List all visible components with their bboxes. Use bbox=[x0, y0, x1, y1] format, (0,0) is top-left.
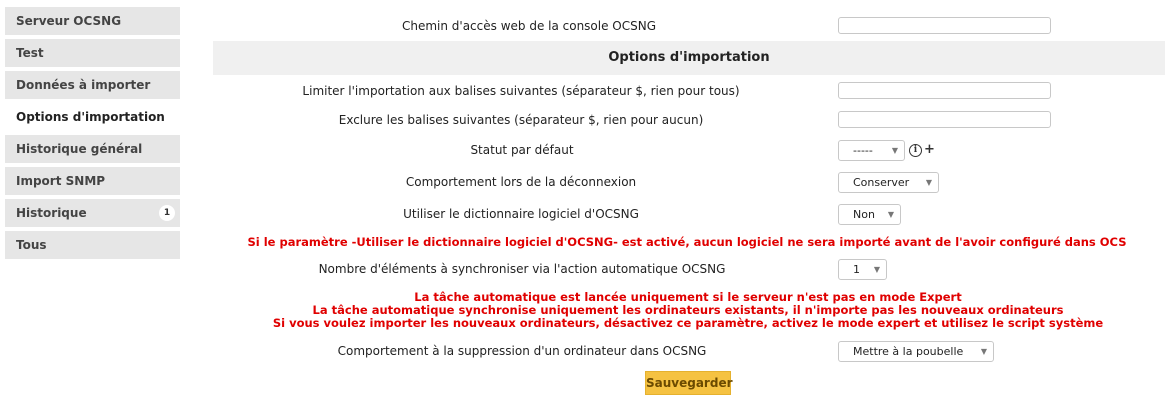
limit-tags-label: Limiter l'importation aux balises suivan… bbox=[302, 84, 740, 98]
tab-serveur-ocsng[interactable]: Serveur OCSNG bbox=[5, 7, 180, 35]
web-path-input[interactable] bbox=[838, 17, 1051, 34]
select-value: Mettre à la poubelle bbox=[853, 345, 964, 358]
dictionary-select[interactable]: Non ▼ bbox=[838, 204, 901, 225]
tab-import-snmp[interactable]: Import SNMP bbox=[5, 167, 180, 195]
chevron-down-icon: ▼ bbox=[925, 178, 932, 187]
exclude-tags-label: Exclure les balises suivantes (séparateu… bbox=[338, 113, 704, 127]
chevron-down-icon: ▼ bbox=[873, 265, 880, 274]
sidebar-tabs: Serveur OCSNG Test Données à importer Op… bbox=[5, 7, 180, 263]
auto-task-warning: Si vous voulez importer les nouveaux ord… bbox=[272, 316, 1104, 330]
info-icon: i bbox=[909, 144, 922, 157]
sync-count-select[interactable]: 1 ▼ bbox=[838, 259, 887, 280]
tab-options-importation[interactable]: Options d'importation bbox=[5, 103, 180, 131]
tab-label: Tous bbox=[16, 238, 47, 252]
tab-label: Options d'importation bbox=[16, 110, 165, 124]
disconnect-behavior-select[interactable]: Conserver ▼ bbox=[838, 172, 939, 193]
tab-label: Données à importer bbox=[16, 78, 151, 92]
default-status-label: Statut par défaut bbox=[470, 143, 574, 157]
limit-tags-input[interactable] bbox=[838, 82, 1051, 99]
select-value: Conserver bbox=[853, 176, 910, 189]
chevron-down-icon: ▼ bbox=[887, 210, 894, 219]
dictionary-warning: Si le paramètre -Utiliser le dictionnair… bbox=[247, 235, 1127, 249]
tab-historique-general[interactable]: Historique général bbox=[5, 135, 180, 163]
tab-tous[interactable]: Tous bbox=[5, 231, 180, 259]
tab-label: Import SNMP bbox=[16, 174, 106, 188]
tab-label: Historique général bbox=[16, 142, 143, 156]
save-button[interactable]: Sauvegarder bbox=[645, 371, 733, 395]
delete-behavior-label: Comportement à la suppression d'un ordin… bbox=[337, 344, 707, 358]
section-title: Options d'importation bbox=[213, 41, 1165, 75]
select-value: 1 bbox=[853, 263, 860, 276]
tab-donnees-a-importer[interactable]: Données à importer bbox=[5, 71, 180, 99]
web-path-label: Chemin d'accès web de la console OCSNG bbox=[401, 19, 657, 33]
delete-behavior-select[interactable]: Mettre à la poubelle ▼ bbox=[838, 341, 994, 362]
exclude-tags-input[interactable] bbox=[838, 111, 1051, 128]
select-value: ----- bbox=[853, 144, 873, 157]
dictionary-label: Utiliser le dictionnaire logiciel d'OCSN… bbox=[403, 207, 639, 221]
ocsng-config-page: Serveur OCSNG Test Données à importer Op… bbox=[0, 0, 1174, 408]
chevron-down-icon: ▼ bbox=[980, 347, 987, 356]
tab-label: Serveur OCSNG bbox=[16, 14, 122, 28]
disconnect-behavior-label: Comportement lors de la déconnexion bbox=[405, 175, 637, 189]
tab-historique[interactable]: Historique 1 bbox=[5, 199, 180, 227]
plus-icon[interactable]: + bbox=[924, 142, 935, 157]
select-value: Non bbox=[853, 208, 875, 221]
sync-count-label: Nombre d'éléments à synchroniser via l'a… bbox=[318, 262, 726, 276]
tab-test[interactable]: Test bbox=[5, 39, 180, 67]
chevron-down-icon: ▼ bbox=[891, 146, 898, 155]
default-status-select[interactable]: ----- ▼ bbox=[838, 140, 905, 161]
tab-label: Test bbox=[16, 46, 44, 60]
count-badge: 1 bbox=[159, 205, 175, 221]
tab-label: Historique bbox=[16, 206, 87, 220]
